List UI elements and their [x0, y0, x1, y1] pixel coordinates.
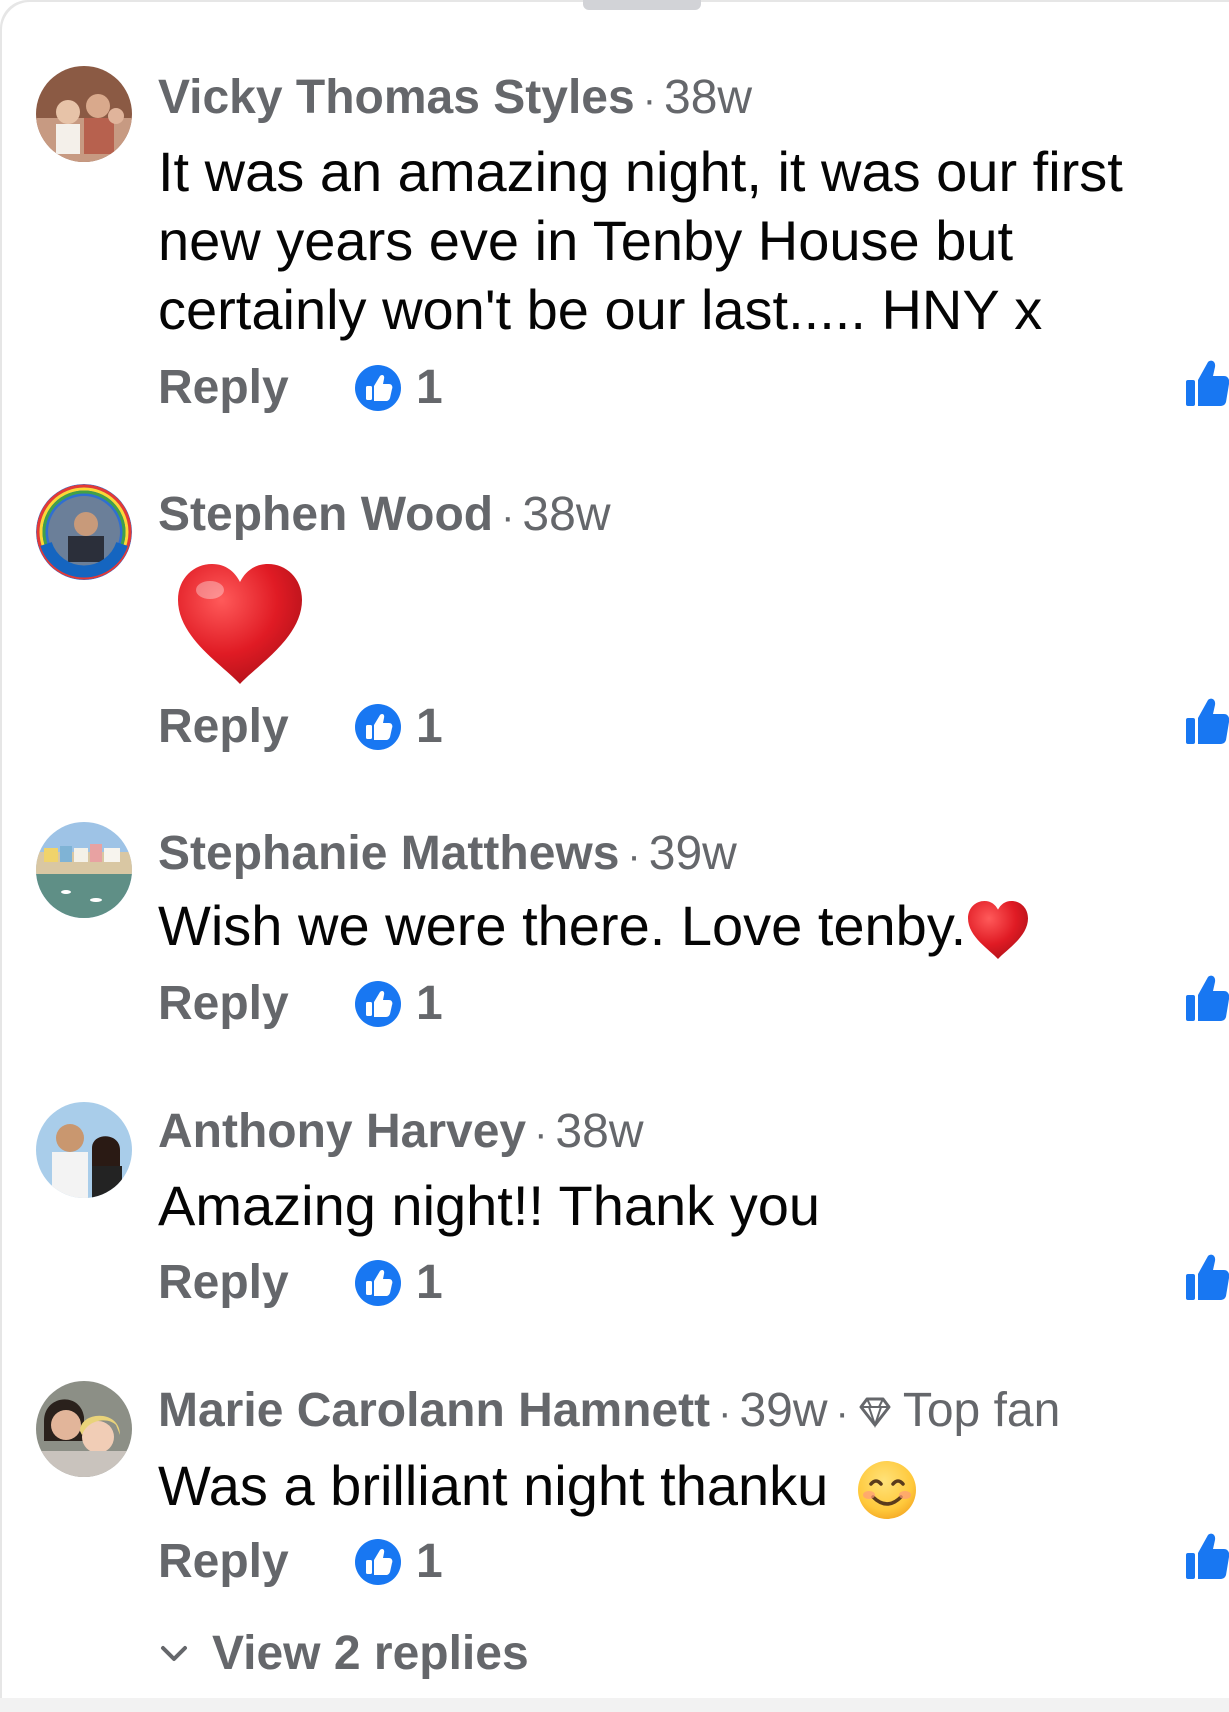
- comment-time[interactable]: 38w: [664, 71, 752, 124]
- comment-text: Was a brilliant night thanku: [158, 1451, 1158, 1521]
- comment-header: Stephanie Matthews · 39w: [158, 826, 737, 884]
- comment-header: Marie Carolann Hamnett · 39w · Top fan: [158, 1383, 1060, 1441]
- avatar[interactable]: [36, 66, 132, 162]
- separator-dot: ·: [501, 495, 515, 539]
- comment-text: Amazing night!! Thank you: [158, 1171, 1158, 1240]
- chevron-down-icon: [161, 1646, 187, 1661]
- avatar-image: [36, 66, 132, 162]
- comment-header: Stephen Wood · 38w: [158, 487, 610, 545]
- separator-dot: ·: [718, 1391, 732, 1435]
- comments-sheet: Vicky Thomas Styles · 38w It was an amazin…: [0, 0, 1229, 1712]
- like-icon[interactable]: [1186, 698, 1229, 746]
- separator-dot: ·: [534, 1112, 548, 1156]
- author-name[interactable]: Stephen Wood: [158, 488, 493, 541]
- sheet-grabber-handle[interactable]: [583, 0, 701, 10]
- like-icon[interactable]: [1186, 1533, 1229, 1581]
- reply-button[interactable]: Reply: [158, 697, 289, 757]
- reply-button[interactable]: Reply: [158, 358, 289, 418]
- like-count[interactable]: 1: [416, 697, 443, 757]
- red-heart-emoji: [178, 564, 302, 684]
- comment-text-content: Was a brilliant night thanku: [158, 1454, 829, 1517]
- thumbs-up-icon[interactable]: [354, 703, 402, 751]
- like-count[interactable]: 1: [416, 974, 443, 1034]
- reply-button[interactable]: Reply: [158, 1532, 289, 1592]
- bottom-divider: [0, 1698, 1229, 1712]
- view-replies-label: View 2 replies: [212, 1627, 529, 1680]
- thumbs-up-icon[interactable]: [354, 980, 402, 1028]
- avatar[interactable]: [36, 484, 132, 580]
- comment-text-line: certainly won't be our last..... HNY x: [158, 278, 1043, 341]
- like-count[interactable]: 1: [416, 1253, 443, 1313]
- top-fan-badge[interactable]: Top fan: [903, 1384, 1060, 1437]
- separator-dot: ·: [627, 834, 641, 878]
- red-heart-emoji: [968, 901, 1029, 960]
- reply-button[interactable]: Reply: [158, 1253, 289, 1313]
- like-icon[interactable]: [1186, 1254, 1229, 1302]
- comment-text: It was an amazing night, it was our firs…: [158, 137, 1158, 344]
- comment-time[interactable]: 39w: [739, 1384, 827, 1437]
- author-name[interactable]: Stephanie Matthews: [158, 827, 619, 880]
- like-count[interactable]: 1: [416, 1532, 443, 1592]
- like-icon[interactable]: [1186, 360, 1229, 408]
- comment-text-line: It was an amazing night, it was our firs…: [158, 140, 1123, 203]
- comment-header: Anthony Harvey · 38w: [158, 1104, 643, 1162]
- comment-text-content: Wish we were there. Love tenby.: [158, 894, 967, 957]
- like-count[interactable]: 1: [416, 358, 443, 418]
- smiling-face-emoji: [857, 1461, 916, 1520]
- separator-dot: ·: [835, 1391, 849, 1435]
- comment-text-line: new years eve in Tenby House but: [158, 209, 1014, 272]
- thumbs-up-icon[interactable]: [354, 1259, 402, 1307]
- comment-header: Vicky Thomas Styles · 38w: [158, 70, 752, 128]
- author-name[interactable]: Anthony Harvey: [158, 1105, 526, 1158]
- comment-time[interactable]: 38w: [522, 488, 610, 541]
- thumbs-up-icon[interactable]: [354, 364, 402, 412]
- like-icon[interactable]: [1186, 975, 1229, 1023]
- comment-text: Wish we were there. Love tenby.: [158, 891, 1158, 960]
- avatar[interactable]: [36, 822, 132, 918]
- avatar-image: [36, 1381, 132, 1477]
- avatar[interactable]: [36, 1102, 132, 1198]
- avatar-image: [36, 1102, 132, 1198]
- avatar-image: [36, 822, 132, 918]
- avatar[interactable]: [36, 1381, 132, 1477]
- separator-dot: ·: [642, 78, 657, 122]
- thumbs-up-icon[interactable]: [354, 1538, 402, 1586]
- author-name[interactable]: Vicky Thomas Styles: [158, 71, 635, 124]
- avatar-image: [36, 484, 132, 580]
- comment-text-content: Amazing night!! Thank you: [158, 1174, 821, 1237]
- comment-time[interactable]: 39w: [649, 827, 737, 880]
- reply-button[interactable]: Reply: [158, 974, 289, 1034]
- author-name[interactable]: Marie Carolann Hamnett: [158, 1384, 710, 1437]
- diamond-icon: [859, 1397, 891, 1429]
- comment-time[interactable]: 38w: [555, 1105, 643, 1158]
